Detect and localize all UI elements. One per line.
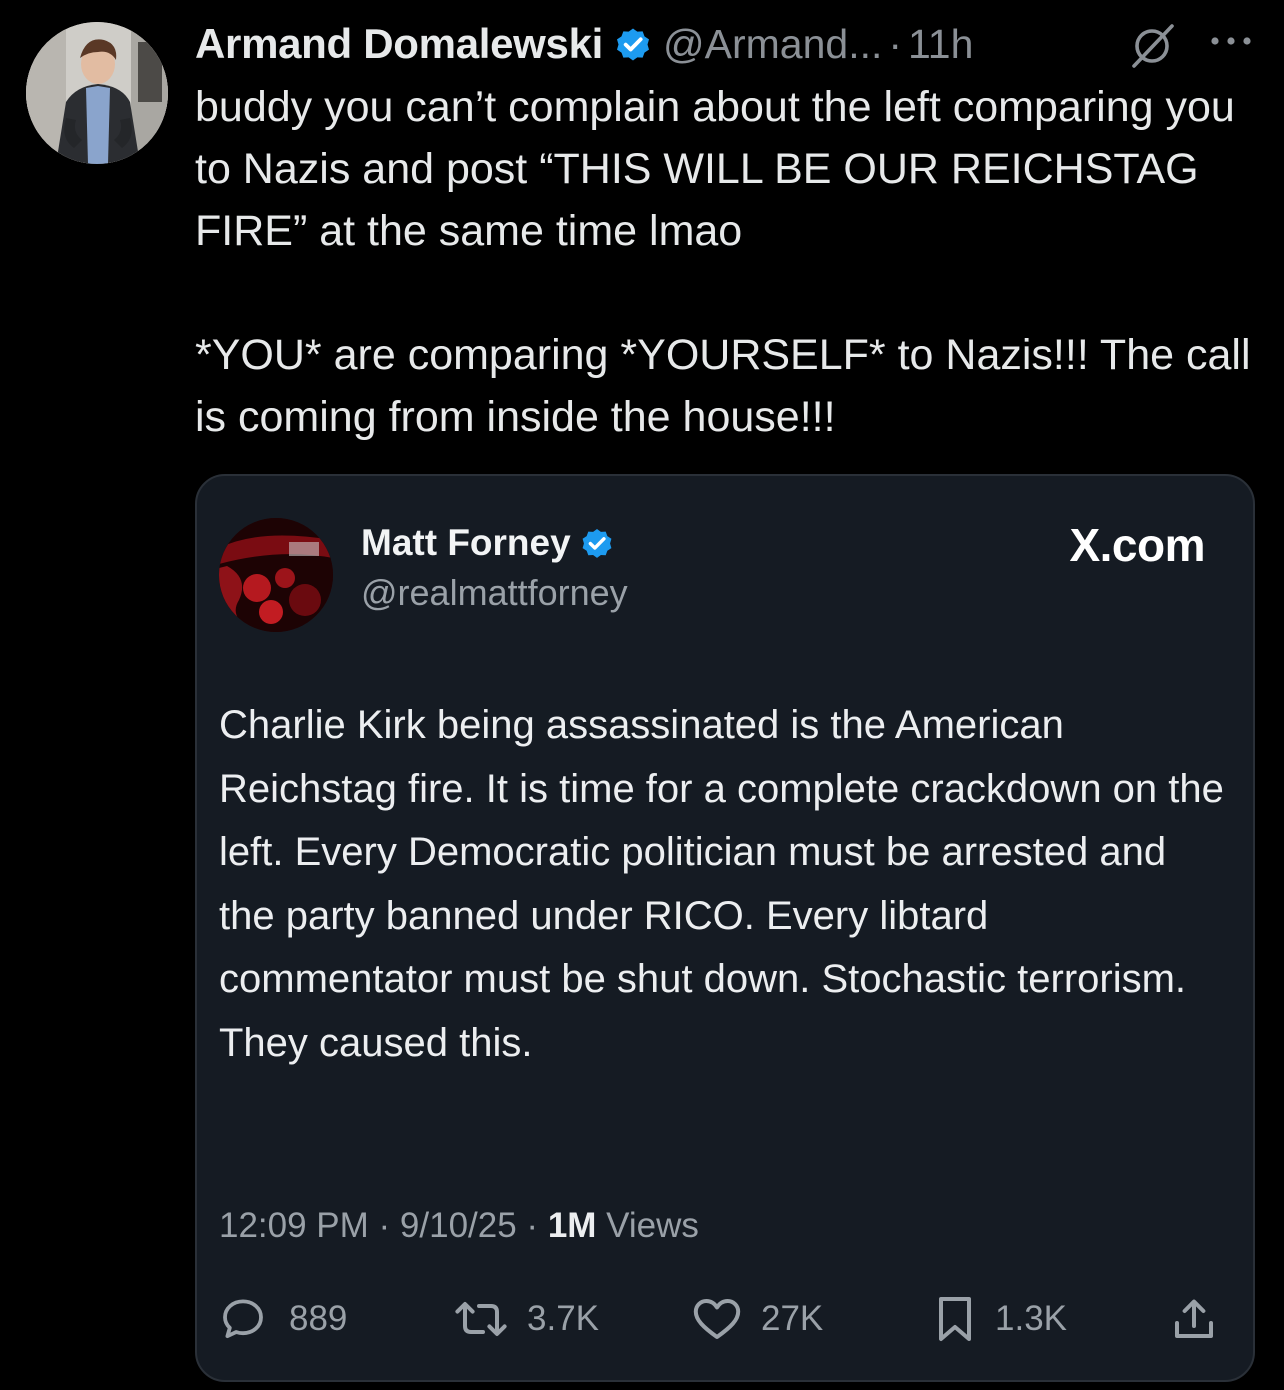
source-label: X.com: [1069, 519, 1205, 571]
share-icon: [1175, 1299, 1213, 1338]
grok-icon[interactable]: [1128, 22, 1178, 68]
quoted-author-avatar[interactable]: [219, 518, 333, 632]
share-button[interactable]: [1171, 1291, 1217, 1347]
quoted-author-display-name[interactable]: Matt Forney: [361, 522, 571, 564]
bookmark-button[interactable]: 1.3K: [935, 1291, 1067, 1347]
author-display-name[interactable]: Armand Domalewski: [195, 20, 603, 68]
heart-icon: [693, 1299, 741, 1339]
reply-icon: [223, 1299, 263, 1339]
views-label: Views: [606, 1206, 699, 1245]
reply-count: 889: [289, 1299, 348, 1338]
author-handle[interactable]: @Armand...: [663, 21, 882, 68]
user-photo-avatar-icon: [26, 22, 168, 164]
action-bar: 889 3.7K 27K 1.3K: [219, 1291, 1229, 1347]
tweet-text: buddy you can’t complain about the left …: [195, 76, 1265, 448]
repost-icon: [455, 1302, 507, 1336]
tweet[interactable]: Armand Domalewski @Armand... · 11h buddy…: [0, 0, 1284, 1390]
tweet-paragraph: *YOU* are comparing *YOURSELF* to Nazis!…: [195, 331, 1251, 441]
quoted-author-handle[interactable]: @realmattforney: [361, 572, 628, 614]
quoted-user-photo-avatar-icon: [219, 518, 333, 632]
quoted-post-text: Charlie Kirk being assassinated is the A…: [219, 703, 1224, 1065]
quoted-author-row: Matt Forney: [361, 522, 615, 564]
meta-separator: ·: [516, 1206, 548, 1245]
like-button[interactable]: 27K: [691, 1291, 823, 1347]
repost-count: 3.7K: [527, 1299, 599, 1338]
reply-button[interactable]: 889: [219, 1291, 347, 1347]
bookmark-count: 1.3K: [995, 1299, 1067, 1338]
verified-badge-icon: [582, 529, 612, 558]
repost-button[interactable]: 3.7K: [453, 1291, 599, 1347]
quoted-post-card[interactable]: Matt Forney @realmattforney X.com Charli…: [195, 474, 1255, 1382]
post-time[interactable]: 11h: [908, 21, 973, 68]
views-count: 1M: [547, 1206, 597, 1245]
verified-badge-icon: [617, 28, 650, 61]
bookmark-icon: [939, 1297, 971, 1341]
meta-separator: ·: [368, 1206, 400, 1245]
quoted-post-time[interactable]: 12:09 PM: [219, 1206, 369, 1245]
quoted-post-meta: 12:09 PM · 9/10/25 · 1M Views: [219, 1206, 699, 1246]
author-avatar[interactable]: [26, 22, 168, 164]
quoted-post-date[interactable]: 9/10/25: [400, 1206, 517, 1245]
tweet-header: Armand Domalewski @Armand... · 11h: [195, 16, 1264, 72]
more-options-icon[interactable]: [1208, 30, 1254, 52]
like-count: 27K: [761, 1299, 824, 1338]
tweet-paragraph: buddy you can’t complain about the left …: [195, 83, 1235, 255]
separator-dot: ·: [888, 20, 903, 67]
